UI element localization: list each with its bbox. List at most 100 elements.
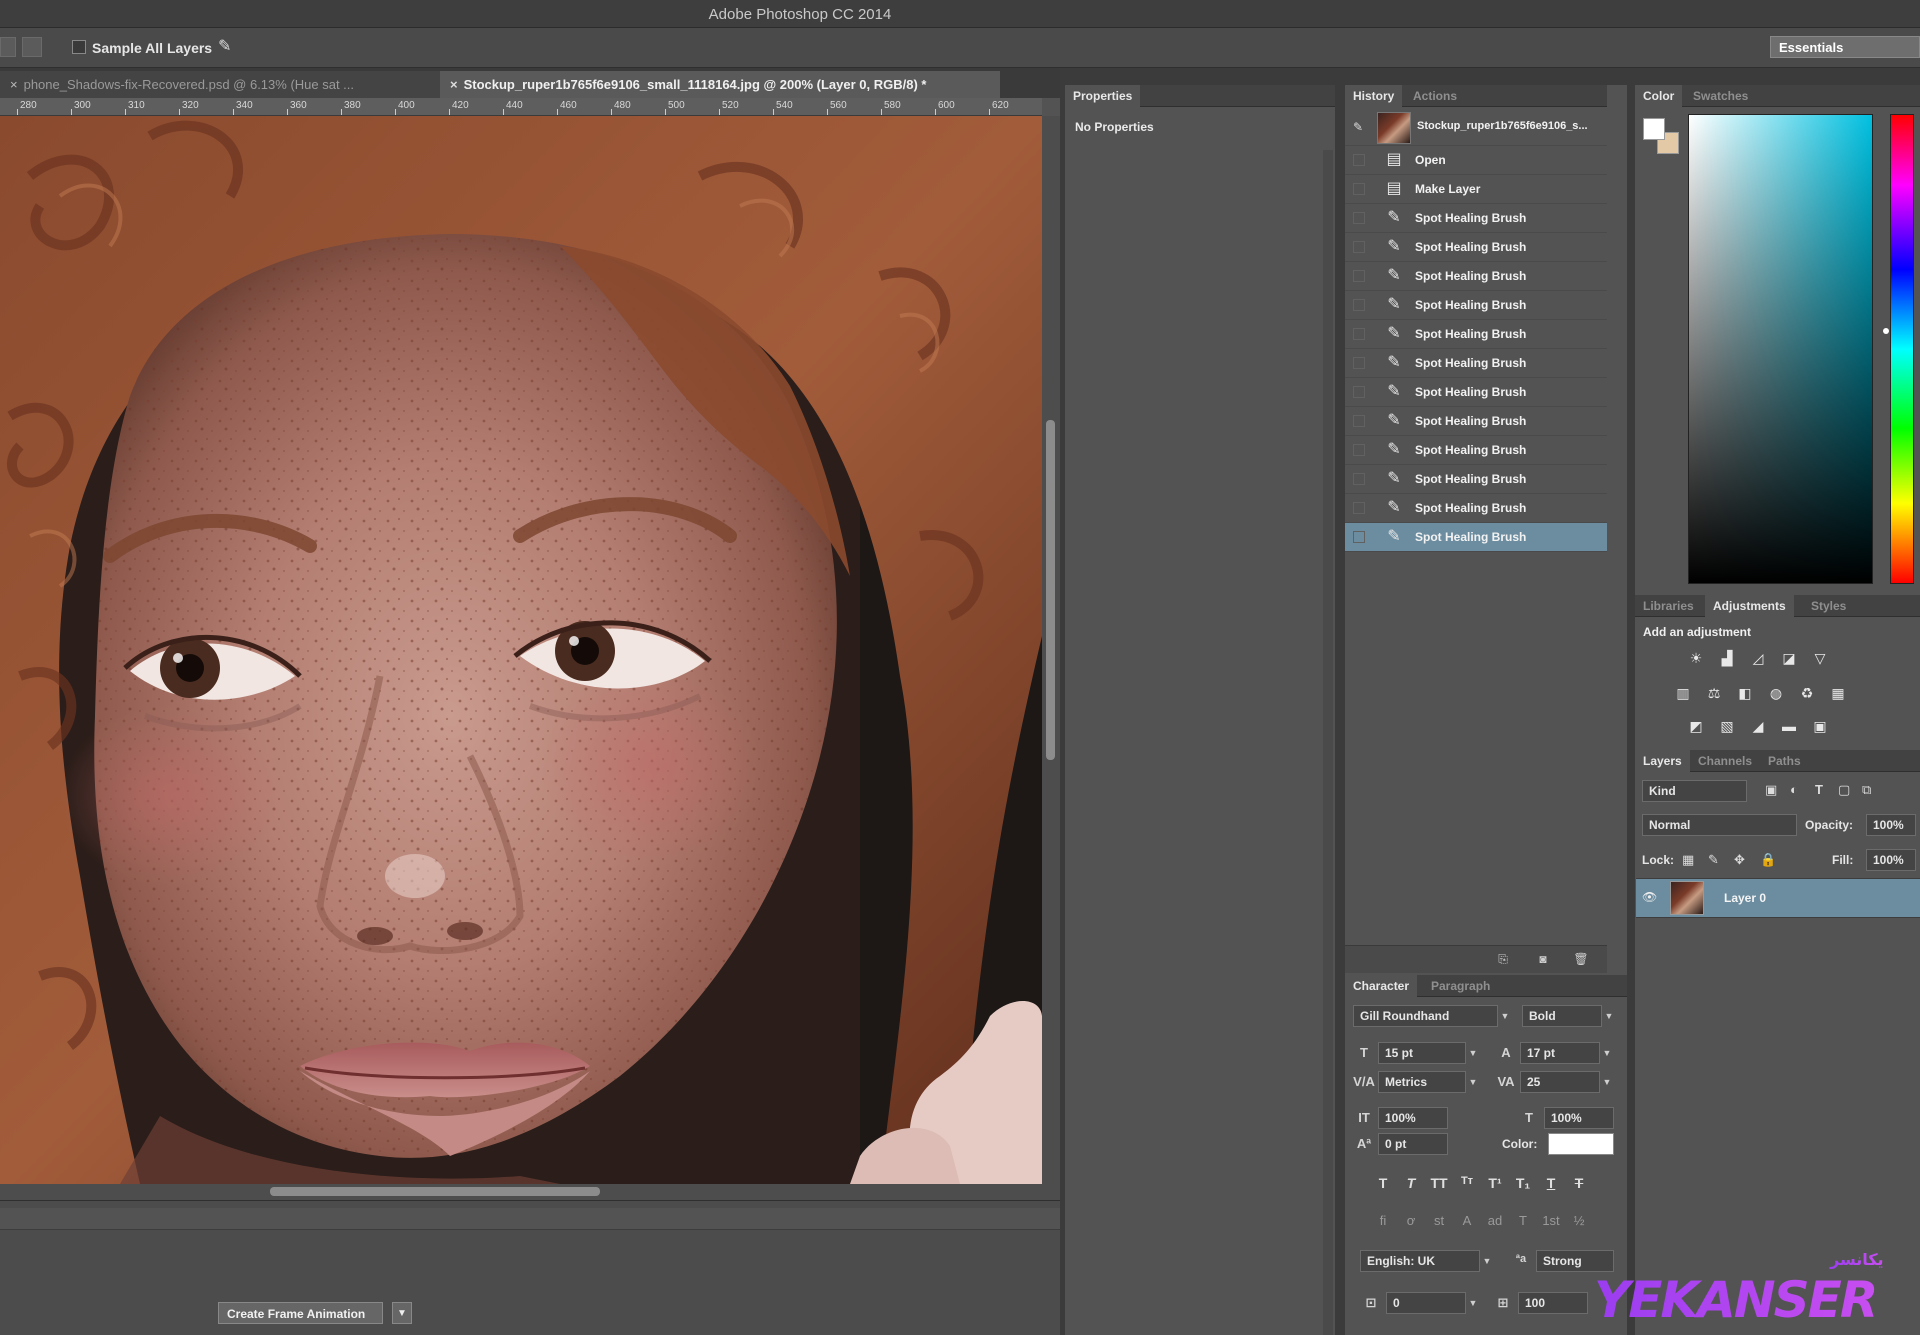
history-item[interactable]: ✎ Spot Healing Brush [1345,407,1607,436]
hue-slider[interactable] [1890,114,1914,584]
chevron-down-icon[interactable]: ▼ [1466,1071,1480,1093]
history-brush-source-icon[interactable]: ✎ [1353,120,1367,134]
history-source-box[interactable] [1353,212,1365,224]
font-size-field[interactable]: 15 pt [1378,1042,1466,1064]
history-item[interactable]: ✎ Spot Healing Brush [1345,349,1607,378]
chevron-down-icon[interactable]: ▼ [1480,1250,1494,1272]
close-icon[interactable]: × [450,77,458,92]
filter-pixel-icon[interactable]: ▣ [1765,782,1777,798]
filter-adjustment-icon[interactable]: ◐ [1790,782,1798,797]
vibrance-icon[interactable]: ▽ [1809,648,1831,670]
history-item[interactable]: ✎ Spot Healing Brush [1345,465,1607,494]
titling-alternates-icon[interactable]: ad [1484,1213,1506,1233]
faux-italic-icon[interactable]: T [1400,1175,1422,1195]
small-caps-icon[interactable]: Tт [1456,1175,1478,1195]
tab-styles[interactable]: Styles [1803,595,1854,617]
font-style-select[interactable]: Bold [1522,1005,1602,1027]
doc-tab-active[interactable]: × Stockup_ruper1b765f6e9106_small_1118164… [440,71,1000,98]
history-item[interactable]: ✎ Spot Healing Brush [1345,291,1607,320]
photo-filter-icon[interactable]: ◍ [1765,683,1787,705]
tab-libraries[interactable]: Libraries [1635,595,1702,617]
create-frame-animation-button[interactable]: Create Frame Animation [218,1302,383,1324]
tab-actions[interactable]: Actions [1405,85,1465,107]
kerning-field[interactable]: Metrics [1378,1071,1466,1093]
foreground-background-swatch[interactable] [1643,118,1681,158]
exposure-icon[interactable]: ◪ [1778,648,1800,670]
document-canvas[interactable] [0,116,1042,1184]
vertical-scroll-thumb[interactable] [1046,420,1055,760]
filter-smart-object-icon[interactable]: ⧉ [1862,782,1871,798]
foreground-color-swatch[interactable] [1643,118,1665,140]
tab-color[interactable]: Color [1635,85,1683,107]
baseline-shift-field[interactable]: 0 pt [1378,1133,1448,1155]
posterize-icon[interactable]: ▧ [1716,716,1738,738]
tab-channels[interactable]: Channels [1690,750,1760,772]
threshold-icon[interactable]: ◢ [1747,716,1769,738]
lock-all-icon[interactable]: 🔒 [1760,852,1776,868]
channel-mixer-icon[interactable]: ♻ [1796,683,1818,705]
pressure-brush-icon[interactable]: ✎ [218,36,240,58]
old-style-icon[interactable]: ơ [1400,1213,1422,1233]
workspace-select[interactable]: Essentials [1770,36,1920,58]
color-balance-icon[interactable]: ⚖ [1703,683,1725,705]
chevron-down-icon[interactable]: ▼ [1498,1005,1512,1027]
history-item[interactable]: ✎ Spot Healing Brush [1345,436,1607,465]
fill-field[interactable]: 100% [1866,849,1916,871]
doc-tab-inactive[interactable]: × phone_Shadows-fix-Recovered.psd @ 6.13%… [0,71,440,98]
stylistic-alternates-icon[interactable]: A [1456,1213,1478,1233]
underline-icon[interactable]: T [1540,1175,1562,1195]
tab-paths[interactable]: Paths [1760,750,1809,772]
extra-field-1[interactable]: 0 [1386,1292,1466,1314]
tracking-field[interactable]: 25 [1520,1071,1600,1093]
history-source-box[interactable] [1353,241,1365,253]
all-caps-icon[interactable]: TT [1428,1175,1450,1195]
history-source-box[interactable] [1353,270,1365,282]
history-source-box[interactable] [1353,357,1365,369]
history-source-box[interactable] [1353,299,1365,311]
chevron-down-icon[interactable]: ▼ [1600,1071,1614,1093]
history-item[interactable]: ✎ Spot Healing Brush [1345,262,1607,291]
layer-name[interactable]: Layer 0 [1724,891,1766,905]
text-color-swatch[interactable] [1548,1133,1614,1155]
history-item[interactable]: ✎ Spot Healing Brush [1345,204,1607,233]
selective-color-icon[interactable]: ▣ [1809,716,1831,738]
invert-icon[interactable]: ◩ [1685,716,1707,738]
ligatures-icon[interactable]: fi [1372,1213,1394,1233]
history-item[interactable]: ▤ Make Layer [1345,175,1607,204]
strikethrough-icon[interactable]: T [1568,1175,1590,1195]
leading-field[interactable]: 17 pt [1520,1042,1600,1064]
close-icon[interactable]: × [10,77,18,92]
subscript-icon[interactable]: T₁ [1512,1175,1534,1195]
superscript-icon[interactable]: T¹ [1484,1175,1506,1195]
language-select[interactable]: English: UK [1360,1250,1480,1272]
history-item[interactable]: ✎ Spot Healing Brush [1345,494,1607,523]
history-source-box[interactable] [1353,444,1365,456]
options-dropdown-button[interactable] [0,37,16,57]
lock-pixels-icon[interactable]: ✎ [1708,852,1719,868]
layer-filter-select[interactable]: Kind [1642,780,1747,802]
properties-scrollbar[interactable] [1323,150,1333,1335]
lock-transparency-icon[interactable]: ▦ [1682,852,1694,868]
tab-history[interactable]: History [1345,85,1403,107]
extra-field-2[interactable]: 100 [1518,1292,1588,1314]
horizontal-scroll-thumb[interactable] [270,1187,600,1196]
tab-swatches[interactable]: Swatches [1685,85,1756,107]
camera-snapshot-icon[interactable]: ◙ [1535,952,1551,966]
gradient-map-icon[interactable]: ▬ [1778,716,1800,738]
tab-layers[interactable]: Layers [1635,750,1690,772]
chevron-down-icon[interactable]: ▼ [392,1302,412,1324]
opacity-field[interactable]: 100% [1866,814,1916,836]
history-source-box[interactable] [1353,502,1365,514]
hue-slider-handle[interactable] [1883,328,1889,334]
history-item[interactable]: ✎ Spot Healing Brush [1345,233,1607,262]
fraction-half-icon[interactable]: ½ [1568,1213,1590,1233]
ordinals-icon[interactable]: T [1512,1213,1534,1233]
font-family-select[interactable]: Gill Roundhand [1353,1005,1498,1027]
black-white-icon[interactable]: ◧ [1734,683,1756,705]
filter-type-icon[interactable]: T [1815,782,1823,797]
chevron-down-icon[interactable]: ▼ [1466,1292,1480,1314]
lock-position-icon[interactable]: ✥ [1734,852,1745,868]
history-source-box[interactable] [1353,386,1365,398]
sample-all-layers-checkbox[interactable] [72,40,86,54]
faux-bold-icon[interactable]: T [1372,1175,1394,1195]
